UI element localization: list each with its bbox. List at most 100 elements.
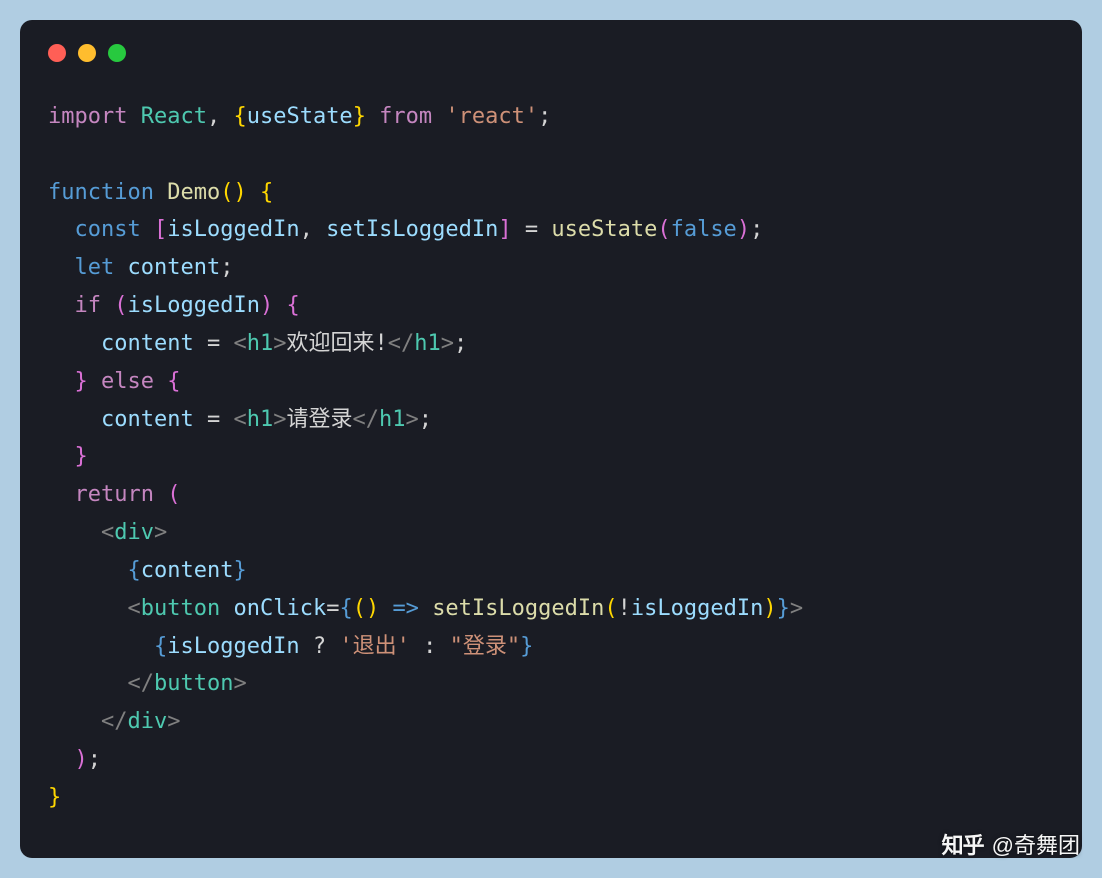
punct: ; xyxy=(220,255,233,280)
identifier: isLoggedIn xyxy=(167,217,299,242)
paren: ( xyxy=(220,180,233,205)
watermark-author: @奇舞团 xyxy=(992,828,1080,860)
tag-bracket: < xyxy=(127,596,140,621)
tag: div xyxy=(127,709,167,734)
punct: ; xyxy=(454,331,467,356)
pad xyxy=(48,747,75,772)
keyword: return xyxy=(48,482,167,507)
tag-bracket: > xyxy=(167,709,180,734)
tag-bracket: > xyxy=(233,671,246,696)
tag-bracket: > xyxy=(405,407,418,432)
function-call: useState xyxy=(551,217,657,242)
identifier: content xyxy=(101,407,194,432)
operator: ! xyxy=(618,596,631,621)
tag-bracket: < xyxy=(233,407,246,432)
tag: button xyxy=(141,596,220,621)
code-window: import React, { useState} from 'react'; f… xyxy=(20,20,1082,858)
punct: = xyxy=(194,331,234,356)
brace: } xyxy=(777,596,790,621)
keyword: const xyxy=(48,217,154,242)
brace: { xyxy=(154,634,167,659)
pad xyxy=(48,596,127,621)
tag: h1 xyxy=(247,407,274,432)
brace: } xyxy=(48,785,61,810)
tag: h1 xyxy=(414,331,441,356)
tag: h1 xyxy=(247,331,274,356)
tag-bracket: </ xyxy=(127,671,154,696)
brace: { xyxy=(154,369,181,394)
pad xyxy=(48,558,127,583)
operator: : xyxy=(410,634,450,659)
pad xyxy=(48,331,101,356)
attribute: onClick xyxy=(233,596,326,621)
tag-bracket: < xyxy=(101,520,114,545)
tag-bracket: </ xyxy=(101,709,128,734)
punct: = xyxy=(525,217,552,242)
paren: ) xyxy=(233,180,260,205)
paren: ) xyxy=(366,596,393,621)
arrow: => xyxy=(392,596,419,621)
code-block: import React, { useState} from 'react'; f… xyxy=(48,98,1054,817)
pad xyxy=(48,709,101,734)
identifier: React xyxy=(141,104,207,129)
paren: ) xyxy=(763,596,776,621)
pad xyxy=(48,407,101,432)
traffic-lights xyxy=(48,44,1054,62)
space xyxy=(419,596,432,621)
paren: ) xyxy=(260,293,287,318)
keyword: function xyxy=(48,180,154,205)
pad xyxy=(48,520,101,545)
function-name: Demo xyxy=(154,180,220,205)
paren: ( xyxy=(604,596,617,621)
brace: { xyxy=(339,596,352,621)
paren: ) xyxy=(737,217,750,242)
tag: button xyxy=(154,671,233,696)
identifier: content xyxy=(101,331,194,356)
identifier: useState xyxy=(247,104,353,129)
punct: = xyxy=(194,407,234,432)
tag-bracket: > xyxy=(273,407,286,432)
brace: } xyxy=(48,444,88,469)
punct: , xyxy=(207,104,234,129)
tag: div xyxy=(114,520,154,545)
punct: = xyxy=(326,596,339,621)
keyword: import xyxy=(48,104,127,129)
pad xyxy=(48,634,154,659)
tag-bracket: > xyxy=(441,331,454,356)
space xyxy=(220,596,233,621)
brace: } xyxy=(48,369,101,394)
identifier: isLoggedIn xyxy=(631,596,763,621)
punct: ; xyxy=(750,217,763,242)
identifier: isLoggedIn xyxy=(127,293,259,318)
tag-bracket: < xyxy=(233,331,246,356)
punct: ; xyxy=(538,104,551,129)
identifier: content xyxy=(141,558,234,583)
literal: false xyxy=(671,217,737,242)
tag-bracket: > xyxy=(273,331,286,356)
bracket: ] xyxy=(498,217,525,242)
brace: } xyxy=(520,634,533,659)
tag-bracket: > xyxy=(154,520,167,545)
paren: ) xyxy=(75,747,88,772)
keyword: if xyxy=(48,293,114,318)
string: 'react' xyxy=(445,104,538,129)
maximize-icon[interactable] xyxy=(108,44,126,62)
close-icon[interactable] xyxy=(48,44,66,62)
bracket: [ xyxy=(154,217,167,242)
identifier: isLoggedIn xyxy=(167,634,299,659)
minimize-icon[interactable] xyxy=(78,44,96,62)
identifier: setIsLoggedIn xyxy=(326,217,498,242)
keyword: else xyxy=(101,369,154,394)
keyword: let xyxy=(48,255,127,280)
tag-bracket: </ xyxy=(352,407,379,432)
tag: h1 xyxy=(379,407,406,432)
watermark: 知乎 @奇舞团 xyxy=(942,828,1080,860)
brace: { xyxy=(286,293,299,318)
punct: ; xyxy=(419,407,432,432)
keyword: from xyxy=(366,104,445,129)
paren: ( xyxy=(167,482,180,507)
string: "登录" xyxy=(450,634,521,659)
brace: } xyxy=(353,104,366,129)
pad xyxy=(48,671,127,696)
paren: ( xyxy=(353,596,366,621)
